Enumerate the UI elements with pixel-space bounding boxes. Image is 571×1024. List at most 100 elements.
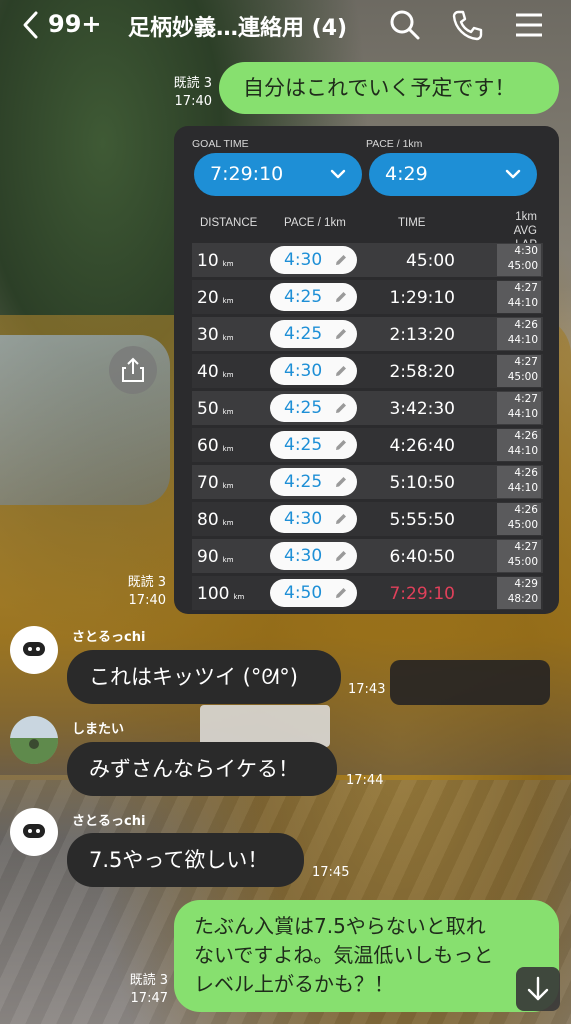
- split-lap-time: 44:10: [507, 482, 538, 494]
- message-bubble-received[interactable]: 7.5やって欲しい！: [67, 833, 304, 887]
- split-pace-field[interactable]: 4:50: [270, 579, 357, 607]
- split-pace-field[interactable]: 4:25: [270, 468, 357, 496]
- message-time: 17:40: [128, 593, 166, 608]
- message-text: たぶん入賞は7.5やらないと取れ ないですよね。気温低いしもっと レベル上がるか…: [194, 912, 493, 999]
- message-bubble-received[interactable]: みずさんならイケる！: [67, 742, 337, 796]
- split-distance: 20 km: [197, 288, 234, 308]
- arrow-down-icon: [527, 976, 549, 1001]
- message-text: 7.5やって欲しい！: [89, 848, 269, 872]
- sender-name: さとるっchi: [72, 630, 146, 645]
- split-row: 20 km 4:25 1:29:10 4:27 44:10: [192, 280, 543, 314]
- split-pace-value: 4:30: [284, 546, 323, 566]
- avatar[interactable]: [10, 716, 58, 764]
- call-button[interactable]: [450, 8, 484, 42]
- split-lap: 4:27 44:10: [497, 392, 541, 424]
- pencil-icon: [336, 477, 346, 487]
- pace-label: PACE / 1km: [366, 138, 423, 150]
- split-pace-field[interactable]: 4:25: [270, 431, 357, 459]
- split-lap-time: 44:10: [507, 297, 538, 309]
- split-time: 45:00: [406, 251, 455, 271]
- split-time: 4:26:40: [389, 436, 455, 456]
- split-lap-time: 45:00: [507, 519, 538, 531]
- split-row: 70 km 4:25 5:10:50 4:26 44:10: [192, 465, 543, 499]
- message-bubble-sent[interactable]: 自分はこれでいく予定です！: [219, 62, 559, 114]
- split-avg: 4:27: [514, 356, 538, 368]
- share-icon: [122, 357, 144, 382]
- split-avg: 4:27: [514, 282, 538, 294]
- goal-time-select[interactable]: 7:29:10: [194, 153, 362, 196]
- split-lap-time: 45:00: [507, 371, 538, 383]
- split-pace-field[interactable]: 4:25: [270, 320, 357, 348]
- menu-button[interactable]: [512, 8, 546, 42]
- split-distance: 70 km: [197, 473, 234, 493]
- read-receipt: 既読 3: [173, 76, 212, 91]
- pencil-icon: [336, 588, 346, 598]
- split-lap: 4:27 44:10: [497, 281, 541, 313]
- split-pace-field[interactable]: 4:25: [270, 283, 357, 311]
- split-pace-field[interactable]: 4:30: [270, 505, 357, 533]
- message-time: 17:43: [348, 682, 386, 697]
- message-text-line: たぶん入賞は7.5やらないと取れ: [194, 914, 486, 938]
- message-meta: 既読 3 17:40: [160, 75, 212, 111]
- split-avg: 4:26: [514, 467, 538, 479]
- share-button[interactable]: [109, 346, 157, 394]
- pencil-icon: [336, 403, 346, 413]
- chat-title[interactable]: 足柄妙義…連絡用 (4): [128, 10, 347, 42]
- split-avg: 4:26: [514, 430, 538, 442]
- avatar[interactable]: [10, 808, 58, 856]
- split-pace-field[interactable]: 4:30: [270, 246, 357, 274]
- split-avg: 4:26: [514, 319, 538, 331]
- goal-time-label: GOAL TIME: [192, 138, 249, 150]
- split-time: 2:58:20: [389, 362, 455, 382]
- split-time: 6:40:50: [389, 547, 455, 567]
- back-button[interactable]: [18, 8, 48, 42]
- avatar[interactable]: [10, 626, 58, 674]
- message-text: みずさんならイケる！: [89, 757, 299, 781]
- split-pace-value: 4:25: [284, 435, 323, 455]
- split-row: 40 km 4:30 2:58:20 4:27 45:00: [192, 354, 543, 388]
- split-row: 90 km 4:30 6:40:50 4:27 45:00: [192, 539, 543, 573]
- pencil-icon: [336, 440, 346, 450]
- message-bubble-received[interactable]: これはキッツイ (°ᘛ°): [67, 650, 341, 704]
- pace-chart-image[interactable]: GOAL TIME PACE / 1km 7:29:10 4:29 DISTAN…: [174, 126, 559, 614]
- pencil-icon: [336, 329, 346, 339]
- split-pace-field[interactable]: 4:30: [270, 542, 357, 570]
- split-pace-field[interactable]: 4:25: [270, 394, 357, 422]
- read-receipt: 既読 3: [129, 973, 168, 988]
- split-lap: 4:26 44:10: [497, 318, 541, 350]
- message-bubble-sent[interactable]: たぶん入賞は7.5やらないと取れ ないですよね。気温低いしもっと レベル上がるか…: [174, 900, 559, 1012]
- column-header-distance: DISTANCE: [200, 217, 258, 229]
- pencil-icon: [336, 366, 346, 376]
- split-time: 7:29:10: [389, 584, 455, 604]
- sender-name: さとるっchi: [72, 814, 146, 829]
- split-avg: 4:27: [514, 541, 538, 553]
- split-avg: 4:30: [514, 245, 538, 257]
- goal-time-value: 7:29:10: [210, 163, 284, 185]
- pace-select[interactable]: 4:29: [369, 153, 537, 196]
- split-avg: 4:27: [514, 393, 538, 405]
- split-lap-time: 45:00: [507, 556, 538, 568]
- message-meta: 既読 3 17:47: [116, 972, 168, 1008]
- split-row: 50 km 4:25 3:42:30 4:27 44:10: [192, 391, 543, 425]
- split-pace-value: 4:30: [284, 509, 323, 529]
- pencil-icon: [336, 551, 346, 561]
- message-text: 自分はこれでいく予定です！: [243, 76, 516, 100]
- unread-count[interactable]: 99+: [48, 10, 102, 38]
- split-time: 5:10:50: [389, 473, 455, 493]
- search-button[interactable]: [388, 8, 422, 42]
- split-row: 30 km 4:25 2:13:20 4:26 44:10: [192, 317, 543, 351]
- split-lap-time: 45:00: [507, 260, 538, 272]
- column-header-time: TIME: [398, 217, 426, 229]
- scroll-to-bottom-button[interactable]: [516, 967, 560, 1011]
- split-row: 60 km 4:25 4:26:40 4:26 44:10: [192, 428, 543, 462]
- split-pace-field[interactable]: 4:30: [270, 357, 357, 385]
- menu-icon: [516, 13, 542, 37]
- background-plate: [200, 705, 330, 747]
- split-avg: 4:29: [514, 578, 538, 590]
- pencil-icon: [336, 292, 346, 302]
- message-time: 17:44: [346, 773, 384, 788]
- split-row: 80 km 4:30 5:55:50 4:26 45:00: [192, 502, 543, 536]
- split-avg: 4:26: [514, 504, 538, 516]
- split-pace-value: 4:25: [284, 398, 323, 418]
- split-row: 10 km 4:30 45:00 4:30 45:00: [192, 243, 543, 277]
